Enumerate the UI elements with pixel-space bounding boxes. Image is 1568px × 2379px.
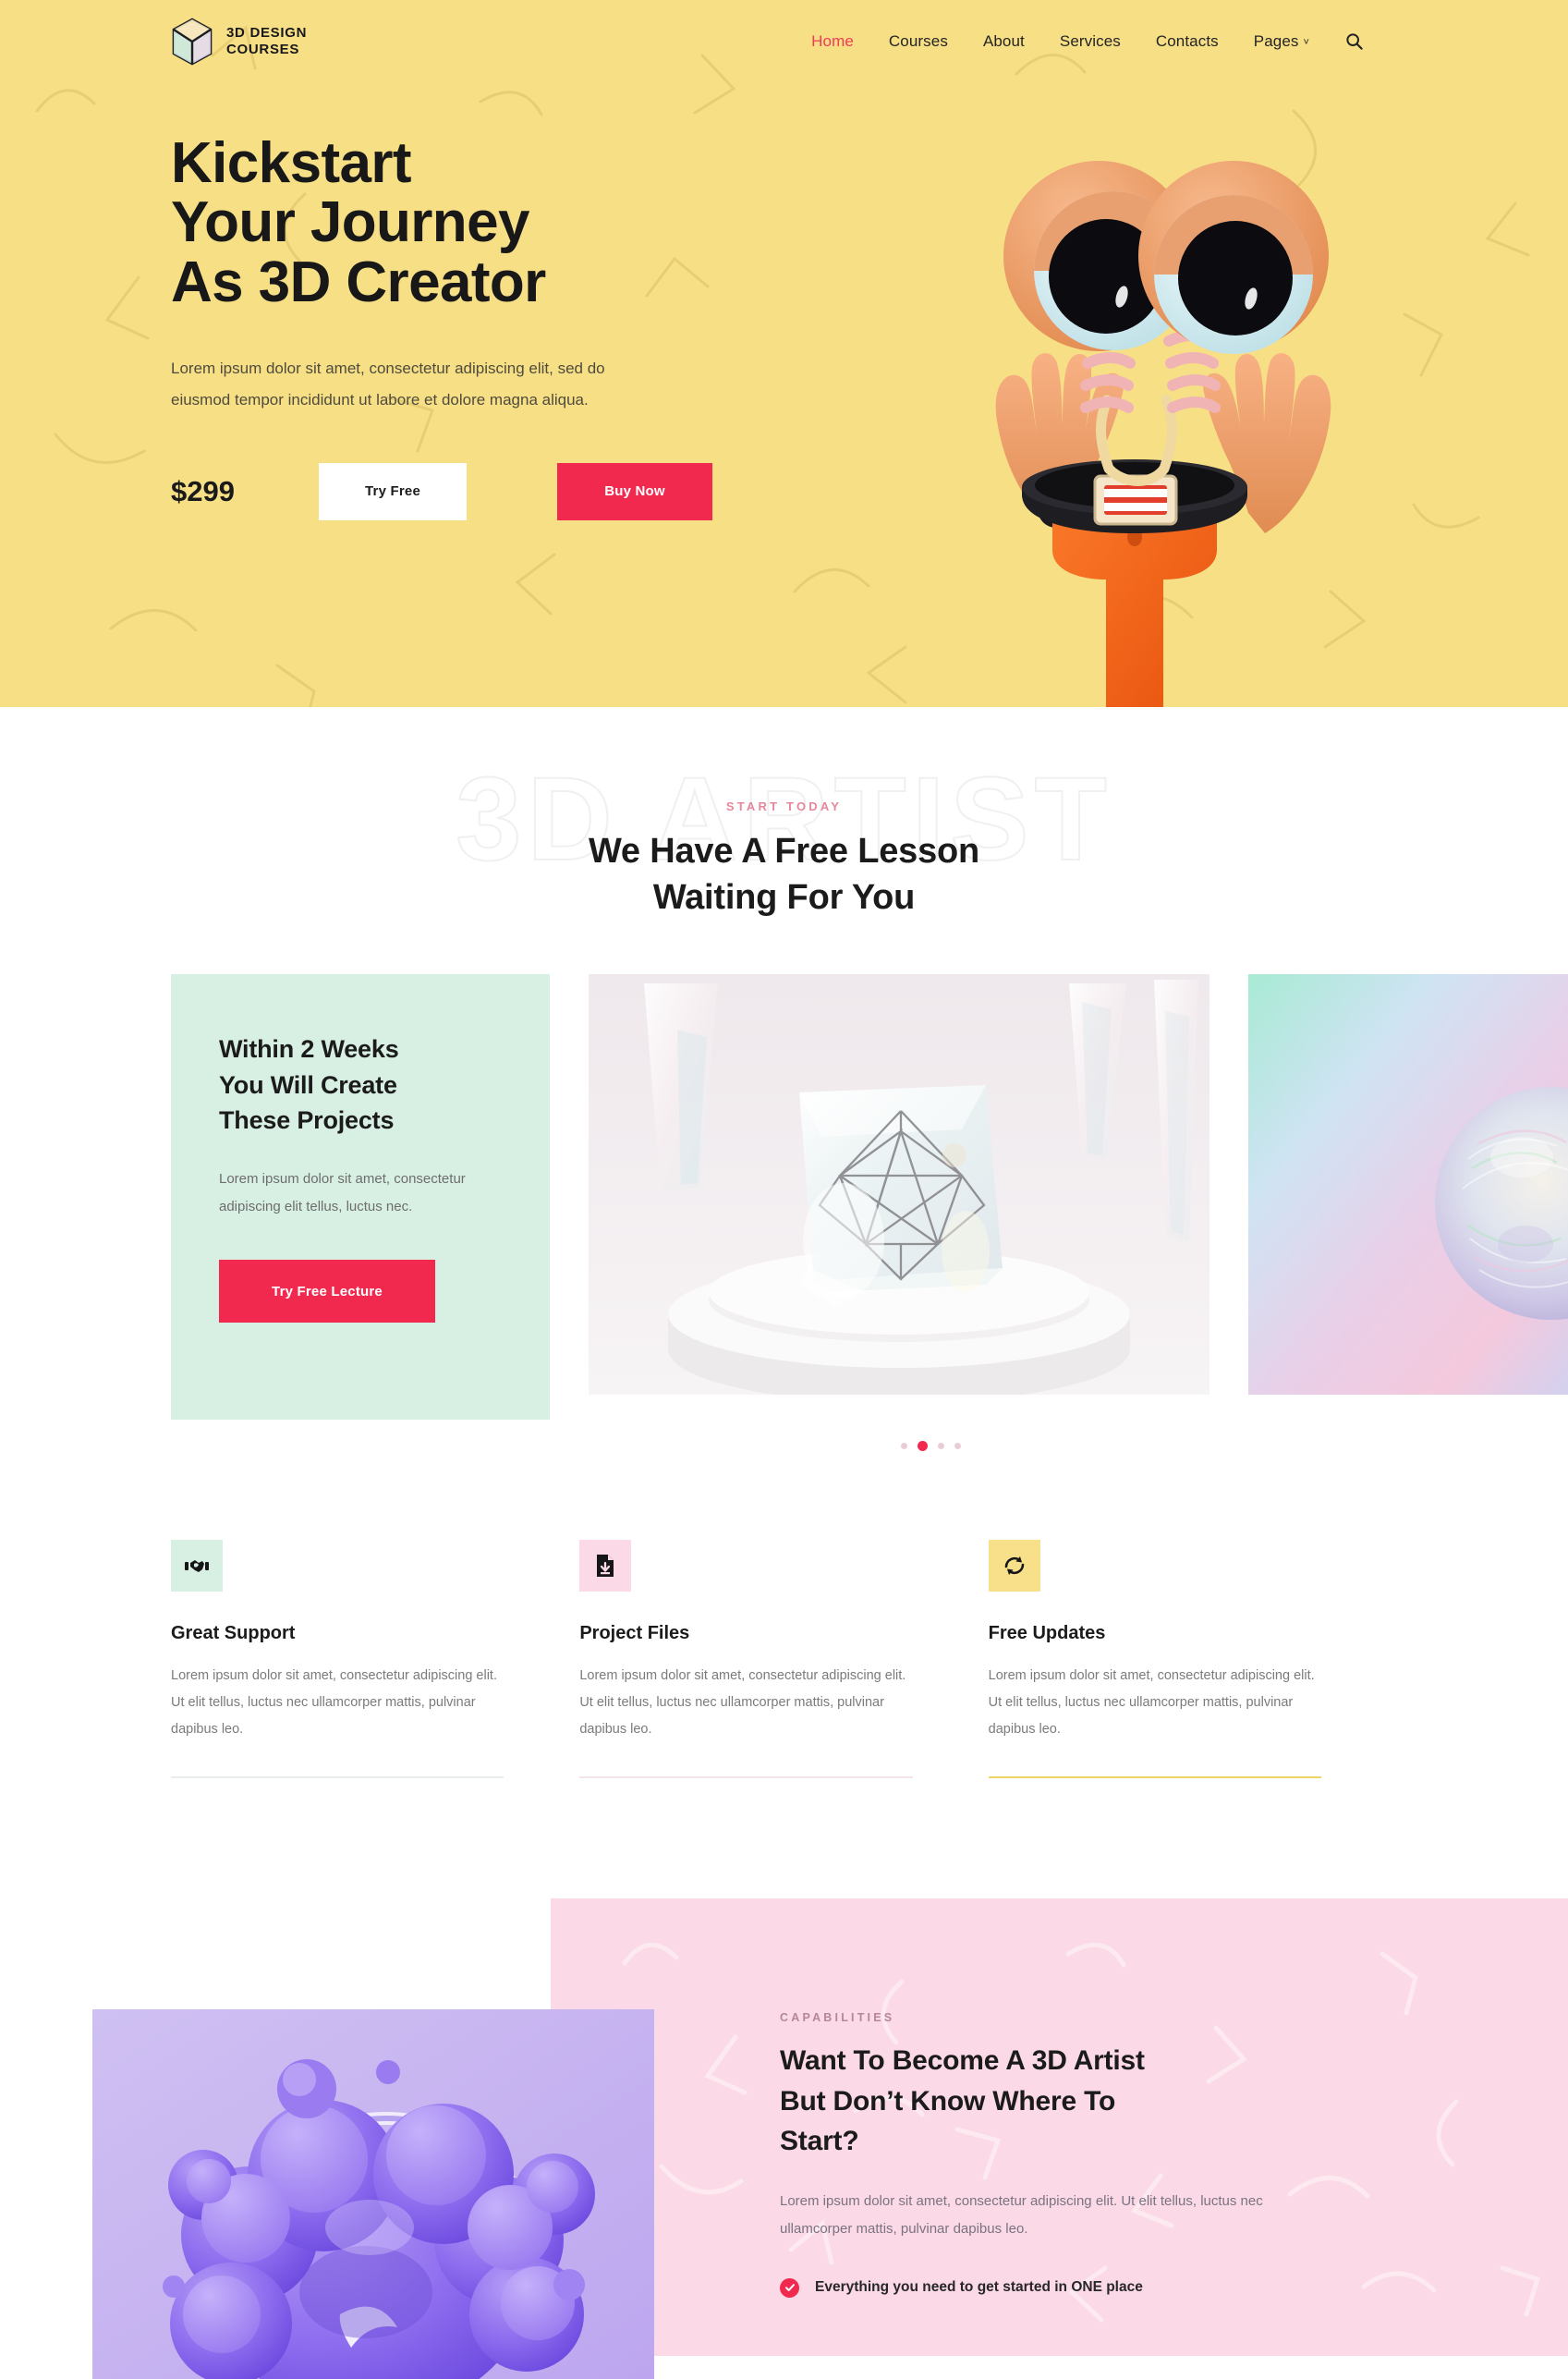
nav-item-courses[interactable]: Courses [889,32,948,51]
lesson-title: We Have A Free Lesson Waiting For You [0,828,1568,921]
nav-item-about[interactable]: About [983,32,1025,51]
hero-description: Lorem ipsum dolor sit amet, consectetur … [171,360,605,409]
projects-card-title-line-2: You Will Create [219,1070,397,1099]
feature-card-great-support: Great Support Lorem ipsum dolor sit amet… [171,1540,579,1779]
capabilities-title-line-1: Want To Become A 3D Artist [780,2045,1145,2077]
nav-links: Home Courses About Services Contacts Pag… [811,31,1476,52]
carousel-dot-4[interactable] [954,1443,961,1450]
nav-item-pages-label: Pages [1253,32,1299,50]
brand-logo[interactable]: 3D DESIGN COURSES [171,18,307,66]
projects-card-title: Within 2 Weeks You Will Create These Pro… [219,1031,502,1138]
capabilities-section: CAPABILITIES Want To Become A 3D Artist … [0,1898,1568,2379]
nav-item-pages[interactable]: Pages ˅ [1254,32,1309,51]
lesson-carousel: Within 2 Weeks You Will Create These Pro… [0,974,1568,1452]
capabilities-title: Want To Become A 3D Artist But Don’t Kno… [780,2041,1297,2162]
carousel-dot-3[interactable] [937,1443,944,1450]
refresh-icon [1004,1556,1024,1576]
feature-icon-wrapper [579,1540,632,1592]
purple-blob-render [92,2009,654,2379]
features-section: Great Support Lorem ipsum dolor sit amet… [0,1420,1568,1779]
hero-title-line-2: Your Journey [171,190,529,255]
try-free-button[interactable]: Try Free [319,462,467,520]
feature-description: Lorem ipsum dolor sit amet, consectetur … [171,1668,497,1738]
holographic-sphere-render [1248,974,1568,1396]
carousel-dot-1[interactable] [900,1443,907,1450]
feature-card-project-files: Project Files Lorem ipsum dolor sit amet… [579,1540,988,1779]
nav-item-contacts[interactable]: Contacts [1156,32,1219,51]
feature-title: Great Support [171,1623,296,1644]
brand-line-1: 3D DESIGN [226,25,308,42]
capabilities-content: CAPABILITIES Want To Become A 3D Artist … [780,2011,1297,2298]
feature-card-free-updates: Free Updates Lorem ipsum dolor sit amet,… [988,1540,1397,1779]
feature-description: Lorem ipsum dolor sit amet, consectetur … [579,1668,906,1738]
projects-card-title-line-1: Within 2 Weeks [219,1035,399,1064]
lesson-header: START TODAY We Have A Free Lesson Waitin… [0,799,1568,921]
file-download-icon [597,1555,614,1578]
capabilities-description: Lorem ipsum dolor sit amet, consectetur … [780,2192,1263,2237]
lesson-section: 3D ARTIST START TODAY We Have A Free Les… [0,707,1568,1452]
projects-card: Within 2 Weeks You Will Create These Pro… [171,974,550,1421]
hero-price: $299 [171,474,235,507]
hero-section: 3D DESIGN COURSES Home Courses About Ser… [0,0,1568,707]
capabilities-check-label: Everything you need to get started in ON… [815,2279,1143,2296]
check-circle-icon [780,2277,799,2298]
hero-content: Kickstart Your Journey As 3D Creator Lor… [171,131,762,520]
chevron-down-icon: ˅ [1303,37,1309,48]
capabilities-image [92,2009,654,2379]
feature-title: Free Updates [988,1623,1106,1644]
hero-actions: $299 Try Free Buy Now [171,462,762,520]
hero-title-line-3: As 3D Creator [171,250,546,314]
feature-title: Project Files [579,1623,690,1644]
handshake-icon [185,1560,209,1573]
lesson-eyebrow: START TODAY [725,799,843,813]
feature-icon-wrapper [171,1540,223,1592]
hero-illustration [995,161,1331,707]
nav-item-services[interactable]: Services [1060,32,1121,51]
cube-icon [172,18,213,66]
feature-description: Lorem ipsum dolor sit amet, consectetur … [988,1668,1315,1738]
carousel-slide-holographic[interactable] [1248,974,1568,1396]
crystal-polyhedron-render [589,974,1209,1396]
capabilities-check-item: Everything you need to get started in ON… [780,2277,1297,2298]
carousel-dots [620,1441,1241,1452]
nav-item-home[interactable]: Home [811,32,854,51]
main-navigation: 3D DESIGN COURSES Home Courses About Ser… [0,0,1568,83]
brand-name: 3D DESIGN COURSES [226,25,307,57]
buy-now-button[interactable]: Buy Now [557,462,712,520]
carousel-dot-2[interactable] [917,1441,928,1452]
feature-divider [579,1776,913,1779]
capabilities-eyebrow: CAPABILITIES [780,2011,895,2025]
lesson-title-line-1: We Have A Free Lesson [588,832,980,871]
feature-divider [171,1776,504,1779]
hero-title-line-1: Kickstart [171,131,412,195]
feature-icon-wrapper [988,1540,1040,1592]
try-free-lecture-button[interactable]: Try Free Lecture [219,1260,435,1324]
search-icon[interactable] [1344,31,1365,52]
lesson-title-line-2: Waiting For You [652,878,916,918]
carousel-slide-crystal[interactable] [589,974,1209,1396]
feature-divider [988,1776,1321,1779]
capabilities-title-line-2: But Don’t Know Where To [780,2085,1116,2117]
projects-card-title-line-3: These Projects [219,1105,395,1134]
projects-card-description: Lorem ipsum dolor sit amet, consectetur … [219,1171,466,1215]
hero-title: Kickstart Your Journey As 3D Creator [171,131,762,314]
brand-line-2: COURSES [226,42,300,57]
capabilities-title-line-3: Start? [780,2126,859,2157]
